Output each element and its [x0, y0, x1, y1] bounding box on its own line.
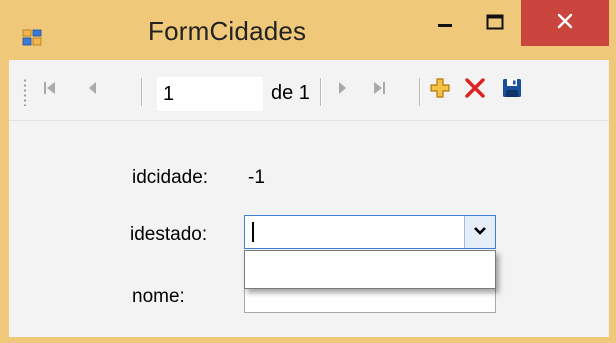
- position-input[interactable]: [157, 77, 263, 111]
- toolbar-grip[interactable]: [23, 78, 27, 106]
- close-icon: [557, 13, 573, 34]
- nome-label: nome:: [132, 286, 185, 307]
- idcidade-value: -1: [248, 167, 265, 188]
- move-next-button[interactable]: [327, 74, 357, 106]
- maximize-button[interactable]: [470, 0, 520, 48]
- minimize-button[interactable]: [420, 0, 470, 48]
- binding-navigator-toolbar: de 1: [9, 60, 609, 121]
- move-next-icon: [333, 79, 351, 102]
- move-previous-icon: [84, 79, 102, 102]
- move-last-icon: [370, 79, 388, 102]
- toolbar-separator: [419, 78, 421, 106]
- move-first-button[interactable]: [35, 74, 65, 106]
- chevron-down-icon: [473, 223, 487, 241]
- minimize-icon: [437, 14, 453, 35]
- text-caret: [252, 222, 254, 242]
- form-window: FormCidades 1 de 1 idcidade: -1 idestado…: [0, 0, 616, 343]
- nome-input[interactable]: [244, 286, 496, 313]
- window-title: FormCidades: [148, 16, 307, 46]
- idestado-input[interactable]: [245, 216, 465, 248]
- move-last-button[interactable]: [364, 74, 394, 106]
- save-button[interactable]: [497, 74, 527, 106]
- maximize-icon: [486, 14, 504, 35]
- add-new-icon: [429, 77, 451, 104]
- app-form-icon: [22, 28, 42, 48]
- idestado-combobox[interactable]: [244, 215, 496, 249]
- close-button[interactable]: [521, 0, 609, 46]
- count-label: de 1: [271, 82, 310, 104]
- move-first-icon: [41, 79, 59, 102]
- idestado-label: idestado:: [130, 224, 208, 245]
- save-icon: [502, 78, 522, 103]
- toolbar-separator: [141, 78, 143, 106]
- idestado-dropdown-list[interactable]: [244, 250, 496, 289]
- idcidade-label: idcidade:: [132, 167, 209, 188]
- form-body: idcidade: -1 idestado: nome:: [9, 121, 609, 337]
- move-previous-button[interactable]: [78, 74, 108, 106]
- delete-icon: [464, 77, 486, 104]
- dropdown-button[interactable]: [464, 216, 495, 248]
- title-bar[interactable]: FormCidades: [0, 0, 616, 58]
- add-new-button[interactable]: [425, 74, 455, 106]
- toolbar-separator: [320, 78, 322, 106]
- delete-button[interactable]: [460, 74, 490, 106]
